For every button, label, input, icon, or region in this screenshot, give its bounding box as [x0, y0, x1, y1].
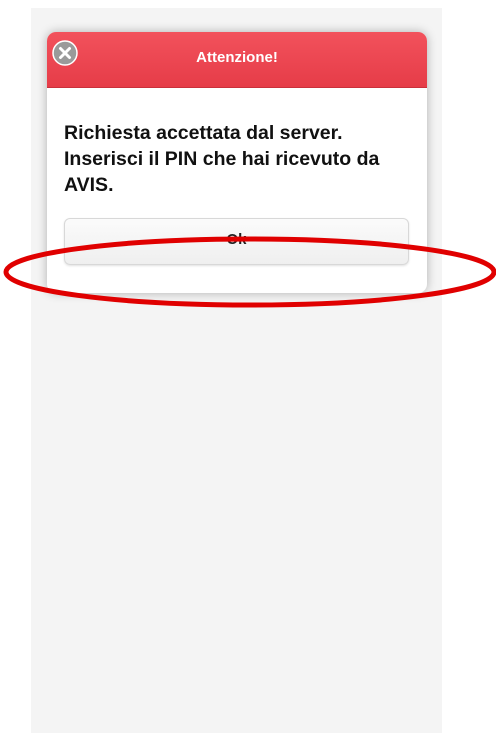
dialog-message: Richiesta accettata dal server. Inserisc… — [64, 122, 380, 196]
ok-button-label: Ok — [226, 231, 247, 248]
alert-dialog: Attenzione! Richiesta accettata dal serv… — [47, 32, 427, 293]
ok-button[interactable]: Ok — [64, 218, 409, 265]
dialog-title: Attenzione! — [196, 49, 278, 66]
dialog-header: Attenzione! — [47, 32, 427, 88]
